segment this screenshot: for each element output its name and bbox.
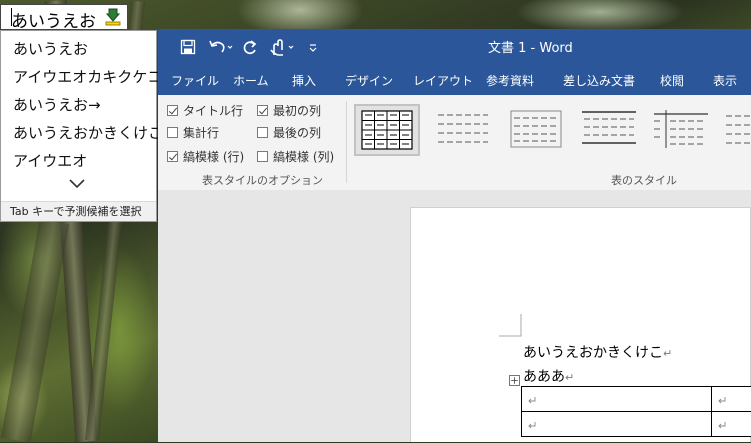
table-move-handle-icon[interactable] (509, 375, 520, 386)
table-style-plain-2[interactable] (503, 104, 569, 156)
ime-composition-text: あいうえお (11, 7, 96, 32)
ime-candidate-3[interactable]: あいうえお→ (13, 94, 101, 115)
checkbox-icon[interactable] (257, 127, 268, 138)
document-table[interactable] (521, 386, 751, 438)
group-label-table-styles: 表のスタイル (611, 172, 677, 188)
ime-mode-icon[interactable] (105, 8, 121, 26)
line-1-text: あいうえおかきくけこ (523, 345, 663, 361)
touch-mode-icon[interactable] (268, 38, 296, 56)
tab-insert[interactable]: 挿入 (292, 72, 316, 89)
tab-references[interactable]: 参考資料 (486, 72, 534, 89)
checkbox-banded-columns[interactable]: 縞模様 (列) (257, 148, 334, 165)
table-style-plain-5[interactable] (720, 104, 751, 156)
ime-footer-hint: Tab キーで予測候補を選択 (1, 201, 156, 221)
ime-composition-box[interactable]: あいうえお (0, 4, 128, 30)
checkbox-last-column[interactable]: 最後の列 (257, 124, 321, 141)
table-style-plain-1-preview (432, 106, 494, 154)
option-label: 縞模様 (列) (273, 150, 334, 164)
document-canvas: あいうえおかきくけこ↵ あああ↵ (158, 190, 751, 442)
option-label: 最後の列 (273, 126, 321, 140)
customize-qat-icon[interactable] (308, 38, 318, 56)
ime-candidate-2[interactable]: アイウエオカキクケコ (13, 66, 162, 87)
checkbox-icon[interactable] (167, 105, 178, 116)
table-style-plain-4[interactable] (648, 104, 714, 156)
document-title: 文書 1 - Word (488, 37, 573, 56)
tab-mailings[interactable]: 差し込み文書 (563, 72, 635, 89)
tab-file[interactable]: ファイル (171, 72, 219, 89)
group-separator (346, 101, 347, 183)
table-style-grid-preview (356, 106, 418, 154)
table-style-plain-5-preview (722, 106, 751, 154)
checkbox-icon[interactable] (167, 127, 178, 138)
tab-design[interactable]: デザイン (345, 72, 393, 89)
table-style-plain-3-preview (578, 106, 640, 154)
table-style-plain-4-preview (650, 106, 712, 154)
option-label: 縞模様 (行) (183, 150, 244, 164)
checkbox-total-row[interactable]: 集計行 (167, 124, 219, 141)
table-style-plain-1[interactable] (430, 104, 496, 156)
redo-icon[interactable] (242, 38, 258, 56)
ribbon-tabs: ファイル ホーム 挿入 デザイン レイアウト 参考資料 差し込み文書 校閲 表示 (158, 65, 751, 95)
ime-candidate-1[interactable]: あいうえお (13, 38, 88, 59)
paragraph-mark: ↵ (565, 371, 574, 384)
table-style-plain-3[interactable] (576, 104, 642, 156)
document-line-2[interactable]: あああ↵ (523, 366, 574, 386)
table-style-plain-2-preview (505, 106, 567, 154)
option-label: 最初の列 (273, 104, 321, 118)
ime-candidate-4[interactable]: あいうえおかきくけこ (13, 122, 163, 143)
ime-candidate-5[interactable]: アイウエオ (13, 150, 87, 171)
table-style-grid[interactable] (354, 104, 420, 156)
option-label: 集計行 (183, 126, 219, 140)
checkbox-banded-rows[interactable]: 縞模様 (行) (167, 148, 244, 165)
tab-review[interactable]: 校閲 (660, 72, 684, 89)
checkbox-header-row[interactable]: タイトル行 (167, 102, 243, 119)
ribbon-table-design: タイトル行 集計行 縞模様 (行) 最初の列 最後の列 縞模様 (列) 表スタイ… (158, 95, 751, 191)
document-page[interactable]: あいうえおかきくけこ↵ あああ↵ (410, 207, 751, 442)
checkbox-icon[interactable] (167, 151, 178, 162)
wallpaper-tree-trunk (1, 219, 69, 443)
checkbox-icon[interactable] (257, 105, 268, 116)
tab-home[interactable]: ホーム (233, 72, 269, 89)
checkbox-icon[interactable] (257, 151, 268, 162)
paragraph-mark: ↵ (663, 347, 672, 360)
save-icon[interactable] (180, 38, 196, 56)
word-window: 文書 1 - Word ファイル ホーム 挿入 デザイン レイアウト 参考資料 … (158, 29, 751, 442)
undo-icon[interactable] (208, 38, 234, 56)
option-label: タイトル行 (183, 104, 243, 118)
ime-candidate-window: あいうえお アイウエオカキクケコ あいうえお→ あいうえおかきくけこ アイウエオ… (0, 30, 157, 222)
chevron-down-icon[interactable] (67, 177, 87, 191)
margin-corner-mark (499, 314, 523, 338)
group-label-table-style-options: 表スタイルのオプション (202, 172, 323, 188)
document-line-1[interactable]: あいうえおかきくけこ↵ (523, 342, 672, 362)
line-2-text: あああ (523, 369, 565, 385)
checkbox-first-column[interactable]: 最初の列 (257, 102, 321, 119)
title-bar: 文書 1 - Word (158, 29, 751, 65)
tab-view[interactable]: 表示 (713, 72, 737, 89)
tab-layout[interactable]: レイアウト (413, 72, 473, 89)
